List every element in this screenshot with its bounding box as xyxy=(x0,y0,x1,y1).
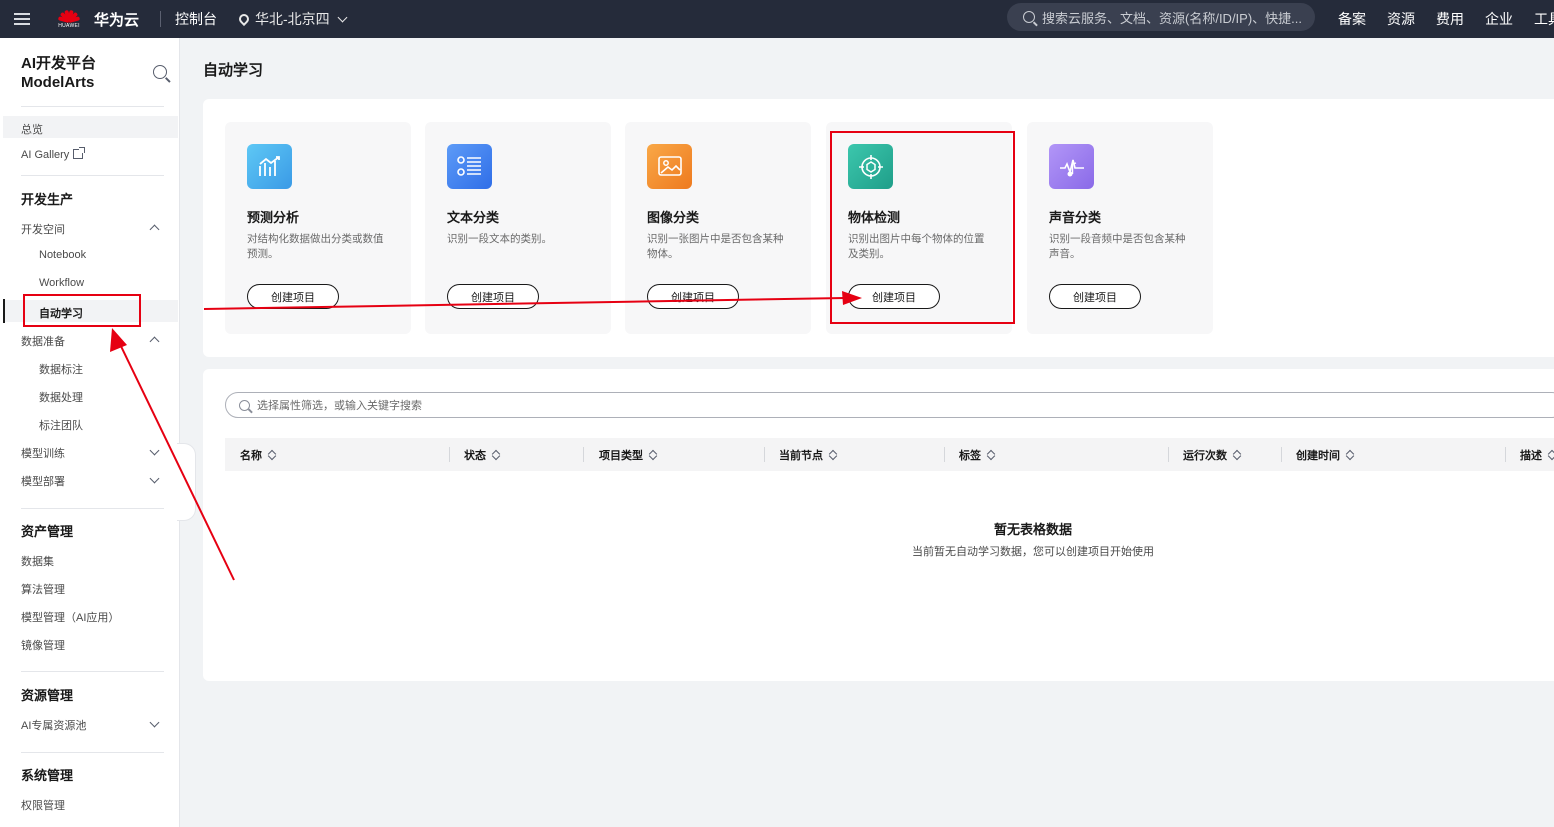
annotation-arrow-line xyxy=(203,297,846,310)
annotation-arrowhead xyxy=(842,291,862,305)
annotation-arrow-line xyxy=(117,339,235,581)
annotation-arrowhead xyxy=(110,328,127,352)
annotation-arrows xyxy=(110,291,862,581)
